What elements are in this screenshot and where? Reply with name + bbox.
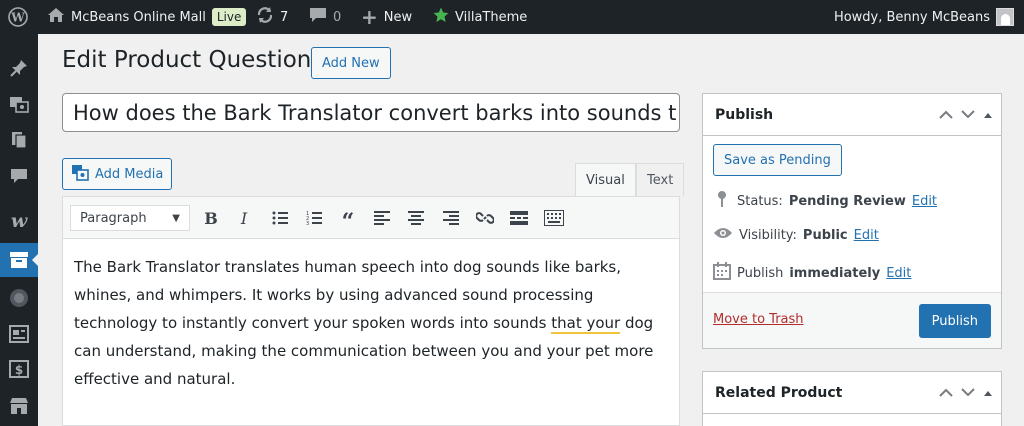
woocommerce-icon[interactable]: w <box>0 204 38 238</box>
editor-content-area[interactable]: The Bark Translator translates human spe… <box>63 239 679 407</box>
publish-button[interactable]: Publish <box>918 304 991 338</box>
updates-count: 7 <box>280 9 289 25</box>
publish-date-row: Publish immediately Edit <box>713 262 911 284</box>
toolbar-toggle-icon[interactable] <box>542 206 566 230</box>
updates-icon <box>256 6 274 28</box>
tab-text[interactable]: Text <box>636 163 685 196</box>
star-icon <box>433 7 449 27</box>
pin-icon[interactable] <box>0 51 38 85</box>
status-label: Status: <box>737 193 783 209</box>
wordpress-logo-icon[interactable]: W <box>8 0 28 34</box>
store-icon[interactable] <box>0 389 38 423</box>
new-label: New <box>383 9 413 25</box>
move-down-icon[interactable] <box>961 385 975 401</box>
spellcheck-highlight: that your <box>551 314 621 334</box>
related-product-box: Related Product <box>702 371 1002 426</box>
comments-menu-icon[interactable] <box>0 159 38 193</box>
toggle-panel-icon[interactable] <box>983 385 993 401</box>
site-name: McBeans Online Mall <box>71 9 206 25</box>
site-name-link[interactable]: McBeans Online Mall Live <box>47 0 247 34</box>
howdy-text: Howdy, Benny McBeans <box>833 9 990 25</box>
money-icon[interactable]: $ <box>0 352 38 386</box>
align-right-icon[interactable] <box>439 206 463 230</box>
move-up-icon[interactable] <box>939 107 953 123</box>
read-more-icon[interactable] <box>507 206 531 230</box>
admin-bar: W McBeans Online Mall Live 7 0 + New Vil… <box>0 0 1024 34</box>
pages-icon[interactable] <box>0 123 38 157</box>
forms-icon[interactable] <box>0 317 38 351</box>
blockquote-icon[interactable]: “ <box>336 206 360 235</box>
media-icon <box>71 163 89 185</box>
numbered-list-icon[interactable]: 123 <box>302 206 326 230</box>
add-new-button[interactable]: Add New <box>311 47 391 79</box>
toggle-panel-icon[interactable] <box>983 107 993 123</box>
svg-text:3: 3 <box>306 221 309 225</box>
status-row: Status: Pending Review Edit <box>713 190 937 212</box>
tab-visual[interactable]: Visual <box>575 163 636 197</box>
updates-link[interactable]: 7 <box>256 0 288 34</box>
major-publishing-actions: Move to Trash Publish <box>703 292 1001 348</box>
related-product-header: Related Product <box>703 372 1001 414</box>
avatar <box>996 8 1014 26</box>
calendar-icon <box>713 262 731 284</box>
publish-when: immediately <box>789 265 881 281</box>
move-down-icon[interactable] <box>961 107 975 123</box>
comments-count: 0 <box>333 9 342 25</box>
pin-status-icon <box>713 190 731 212</box>
media-icon[interactable] <box>0 87 38 121</box>
content-text-1: The Bark Translator translates human spe… <box>74 258 622 332</box>
publish-box: Publish Save as Pending Status: Pending … <box>702 93 1002 349</box>
visibility-value: Public <box>802 227 848 243</box>
align-center-icon[interactable] <box>404 206 428 230</box>
visibility-row: Visibility: Public Edit <box>713 226 879 244</box>
svg-text:$: $ <box>15 363 23 377</box>
publish-label: Publish <box>737 265 784 281</box>
edit-status-link[interactable]: Edit <box>912 194 937 209</box>
new-content-link[interactable]: + New <box>361 0 412 34</box>
home-icon <box>47 7 65 27</box>
bullet-list-icon[interactable] <box>268 206 292 230</box>
villatheme-link[interactable]: VillaTheme <box>433 0 527 34</box>
move-to-trash-link[interactable]: Move to Trash <box>713 312 804 327</box>
villatheme-label: VillaTheme <box>455 9 528 25</box>
save-as-pending-button[interactable]: Save as Pending <box>713 144 842 176</box>
comment-icon <box>309 7 327 27</box>
paragraph-format-select[interactable]: Paragraph ▼ <box>70 205 190 231</box>
move-up-icon[interactable] <box>939 385 953 401</box>
italic-icon[interactable]: I <box>232 206 256 230</box>
comments-link[interactable]: 0 <box>309 0 341 34</box>
plugin-icon[interactable] <box>0 281 38 315</box>
eye-icon <box>713 226 733 244</box>
edit-visibility-link[interactable]: Edit <box>854 228 879 243</box>
format-value: Paragraph <box>80 210 147 226</box>
archive-icon[interactable] <box>0 243 39 277</box>
bold-icon[interactable]: B <box>199 206 223 230</box>
dropdown-arrow-icon: ▼ <box>172 212 180 224</box>
my-account-link[interactable]: Howdy, Benny McBeans <box>834 0 1014 34</box>
visibility-label: Visibility: <box>739 227 797 243</box>
editor-toolbar: Paragraph ▼ B I 123 “ <box>63 197 679 239</box>
status-value: Pending Review <box>788 193 906 209</box>
admin-side-menu: w $ <box>0 34 39 426</box>
edit-date-link[interactable]: Edit <box>886 266 911 281</box>
content-editor: Paragraph ▼ B I 123 “ The Bark Translato… <box>62 196 680 426</box>
related-product-title: Related Product <box>715 384 843 401</box>
add-media-label: Add Media <box>95 166 164 182</box>
publish-box-header: Publish <box>703 94 1001 136</box>
plus-icon: + <box>361 5 378 29</box>
align-left-icon[interactable] <box>370 206 394 230</box>
link-icon[interactable] <box>473 206 497 230</box>
post-title-input[interactable]: How does the Bark Translator convert bar… <box>62 93 680 132</box>
publish-box-title: Publish <box>715 106 774 123</box>
svg-text:W: W <box>10 11 25 25</box>
live-badge: Live <box>211 8 247 26</box>
add-media-button[interactable]: Add Media <box>62 158 173 190</box>
page-title: Edit Product Question <box>62 47 312 73</box>
